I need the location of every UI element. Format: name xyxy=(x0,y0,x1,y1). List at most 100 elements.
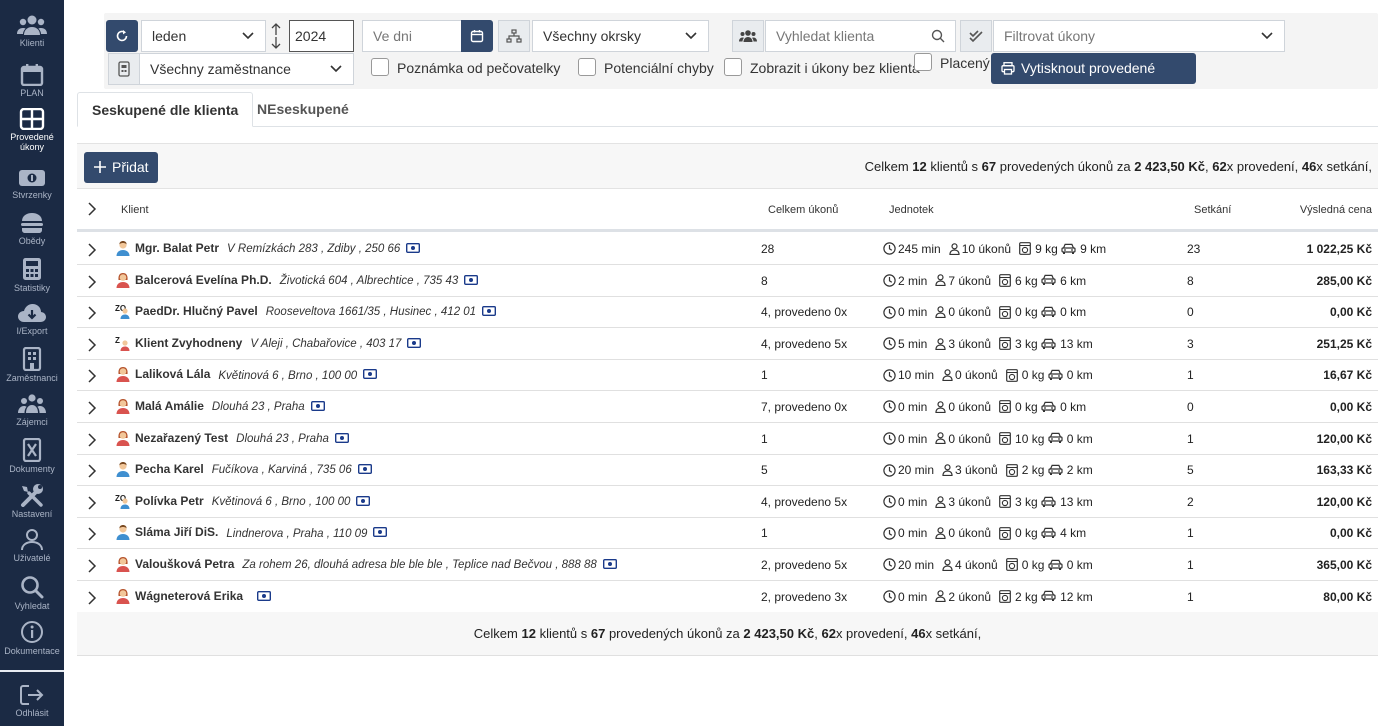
sidebar-item-odhlasit[interactable]: Odhlásit xyxy=(0,684,64,728)
sidebar-item-statistiky[interactable]: Statistiky xyxy=(0,257,64,301)
car-icon xyxy=(1048,433,1063,444)
tab-grouped-by-client[interactable]: Seskupené dle klienta xyxy=(77,92,254,127)
checkbox-box[interactable] xyxy=(371,58,389,77)
checkbox-box[interactable] xyxy=(914,53,932,72)
refresh-button[interactable] xyxy=(106,20,138,52)
money-bill-icon[interactable] xyxy=(310,401,325,411)
row-expand-chevron-icon[interactable] xyxy=(87,496,97,510)
year-value: 2024 xyxy=(295,28,327,44)
money-bill-icon[interactable] xyxy=(356,495,371,506)
employees-select[interactable]: Všechny zaměstnance xyxy=(139,53,354,85)
refresh-icon xyxy=(116,30,128,42)
row-expand-chevron-icon[interactable] xyxy=(87,464,97,478)
client-name[interactable]: Wágneterová Erika xyxy=(135,589,243,603)
client-name[interactable]: PaedDr. Hlučný Pavel xyxy=(135,304,258,318)
districts-select[interactable]: Všechny okrsky xyxy=(532,20,709,52)
row-expand-chevron-icon[interactable] xyxy=(87,527,97,541)
table-row[interactable]: ZO PaedDr. Hlučný Pavel Rooseveltova 1661/… xyxy=(77,296,1378,329)
row-expand-chevron-icon[interactable] xyxy=(87,401,97,415)
add-button[interactable]: Přidat xyxy=(84,152,158,183)
year-sort-arrows[interactable] xyxy=(267,20,285,52)
row-expand-chevron-icon[interactable] xyxy=(87,433,97,447)
client-name[interactable]: Laliková Lála xyxy=(135,368,210,382)
money-bill-icon[interactable] xyxy=(406,243,421,253)
without-client-checkbox[interactable]: Zobrazit i úkony bez klienta xyxy=(724,58,920,80)
units-kg: 0 kg xyxy=(1015,526,1038,541)
districts-icon-box xyxy=(498,20,530,52)
row-expand-chevron-icon[interactable] xyxy=(87,591,97,605)
table-row[interactable]: Mgr. Balat Petr V Remízkách 283 , Zdiby ,… xyxy=(77,233,1378,265)
row-expand-chevron-icon[interactable] xyxy=(87,338,97,352)
table-row[interactable]: Nezařazený Test Dlouhá 23 , Praha 1 0 min 0 … xyxy=(77,423,1378,455)
header-units[interactable]: Jednotek xyxy=(889,204,934,216)
checkbox-box[interactable] xyxy=(724,58,742,77)
client-name[interactable]: Malá Amálie xyxy=(135,399,204,413)
row-expand-chevron-icon[interactable] xyxy=(87,369,97,383)
header-meetings[interactable]: Setkání xyxy=(1194,204,1231,216)
month-select[interactable]: leden xyxy=(141,20,266,52)
days-input[interactable]: Ve dni xyxy=(362,20,462,52)
table-row[interactable]: Valoušková Petra Za rohem 26, dlouhá adre… xyxy=(77,549,1378,581)
units-kg: 2 kg xyxy=(1021,463,1045,478)
paid-checkbox-label: Placený xyxy=(940,55,990,71)
header-client[interactable]: Klient xyxy=(121,204,149,216)
paid-checkbox[interactable]: Placený xyxy=(914,53,990,75)
year-input[interactable]: 2024 xyxy=(289,20,354,52)
sidebar-item-dokumenty[interactable]: Dokumenty xyxy=(0,438,64,482)
money-bill-icon[interactable] xyxy=(482,306,497,317)
client-name[interactable]: Nezařazený Test xyxy=(135,431,228,445)
row-expand-chevron-icon[interactable] xyxy=(87,306,97,320)
client-name[interactable]: Polívka Petr xyxy=(135,494,204,508)
header-price[interactable]: Výsledná cena xyxy=(1300,204,1372,216)
errors-checkbox[interactable]: Potenciální chyby xyxy=(578,58,714,80)
sidebar-item-klienti[interactable]: Klienti xyxy=(0,14,64,58)
table-row[interactable]: Pecha Karel Fučíkova , Karviná , 735 06 5 2… xyxy=(77,454,1378,487)
sidebar-item-zajemci[interactable]: Zájemci xyxy=(0,393,64,437)
tab-label: Seskupené dle klienta xyxy=(92,102,239,118)
tasks-filter-select[interactable]: Filtrovat úkony xyxy=(993,20,1285,52)
sidebar-item-i-export[interactable]: I/Export xyxy=(0,302,64,346)
money-bill-icon[interactable] xyxy=(257,590,272,601)
sidebar-item-zamestnanci[interactable]: Zaměstnanci xyxy=(0,347,64,391)
money-bill-icon[interactable] xyxy=(357,464,372,475)
client-name[interactable]: Balcerová Evelína Ph.D. xyxy=(135,273,272,287)
print-tasks-button[interactable]: Vytisknout provedené úkony xyxy=(991,53,1196,107)
table-row[interactable]: ZO Polívka Petr Květinová 6 , Brno , 100 0… xyxy=(77,486,1378,518)
sidebar-item-provedene-ukony[interactable]: Provedené úkony xyxy=(0,108,64,152)
sidebar-item-nastaveni[interactable]: Nastavení xyxy=(0,483,64,527)
money-bill-icon[interactable] xyxy=(373,527,388,538)
client-search-input[interactable]: Vyhledat klienta xyxy=(765,20,956,52)
sidebar-item-stvrzenky[interactable]: Stvrzenky xyxy=(0,168,64,212)
money-bill-icon[interactable] xyxy=(334,432,349,443)
note-checkbox[interactable]: Poznámka od pečovatelky xyxy=(371,58,560,80)
car-icon xyxy=(1041,306,1056,318)
sidebar-item-uzivatele[interactable]: Uživatelé xyxy=(0,529,64,573)
row-expand-chevron-icon[interactable] xyxy=(87,559,97,573)
table-row[interactable]: Z Klient Zvyhodneny V Aleji , Chabařovice … xyxy=(77,328,1378,360)
sidebar-item-vyhledat[interactable]: Vyhledat xyxy=(0,575,64,619)
calendar-button[interactable] xyxy=(461,20,493,52)
money-bill-icon[interactable] xyxy=(464,274,479,285)
checkbox-box[interactable] xyxy=(578,58,596,77)
header-tasks[interactable]: Celkem úkonů xyxy=(768,204,838,216)
table-row[interactable]: Malá Amálie Dlouhá 23 , Praha 7, provedeno… xyxy=(77,391,1378,423)
table-row[interactable]: Sláma Jiří DiS. Lindnerova , Praha , 110 … xyxy=(77,517,1378,550)
money-bill-icon[interactable] xyxy=(407,337,422,348)
client-name[interactable]: Klient Zvyhodneny xyxy=(135,336,242,350)
client-name[interactable]: Mgr. Balat Petr xyxy=(135,241,219,255)
client-name[interactable]: Valoušková Petra xyxy=(135,557,234,571)
table-row[interactable]: Laliková Lála Květinová 6 , Brno , 100 00… xyxy=(77,359,1378,392)
expand-all-chevron-icon[interactable] xyxy=(87,202,97,216)
row-expand-chevron-icon[interactable] xyxy=(87,275,97,289)
table-row[interactable]: Wágneterová Erika 2, provedeno 3x 0 min 2 ú… xyxy=(77,581,1378,613)
row-expand-chevron-icon[interactable] xyxy=(87,243,97,257)
sidebar-item-plan[interactable]: PLAN xyxy=(0,64,64,108)
client-name[interactable]: Sláma Jiří DiS. xyxy=(135,526,218,540)
money-bill-icon[interactable] xyxy=(602,559,617,569)
table-row[interactable]: Balcerová Evelína Ph.D. Životická 604 , A… xyxy=(77,265,1378,297)
money-bill-icon[interactable] xyxy=(363,369,378,380)
sidebar-item-dokumentace[interactable]: Dokumentace xyxy=(0,620,64,664)
client-name[interactable]: Pecha Karel xyxy=(135,462,204,476)
sidebar-item-obedy[interactable]: Obědy xyxy=(0,212,64,256)
tab-ungrouped[interactable]: NEseskupené xyxy=(243,92,363,127)
